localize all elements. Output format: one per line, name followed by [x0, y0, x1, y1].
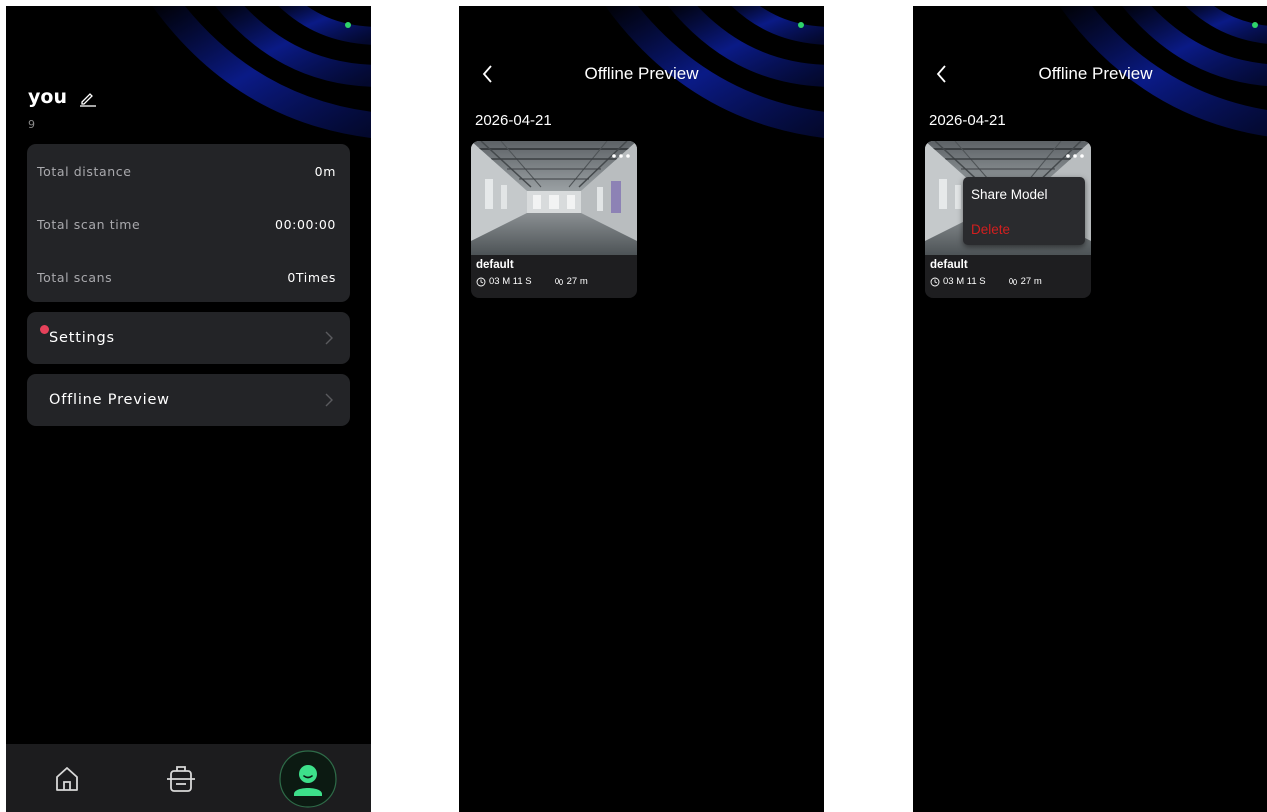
user-id: 9 [28, 118, 35, 131]
stat-row-total-scan-time: Total scan time 00:00:00 [37, 214, 336, 234]
edit-icon[interactable] [79, 89, 97, 107]
model-name: default [930, 259, 968, 271]
date-group-label: 2026-04-21 [475, 112, 552, 129]
delete-option[interactable]: Delete [971, 222, 1010, 237]
notification-badge [40, 325, 49, 334]
status-indicator-dot [798, 22, 804, 28]
offline-preview-label: Offline Preview [49, 392, 170, 408]
status-indicator-dot [345, 22, 351, 28]
profile-screen: you 9 Total distance 0m Total scan time … [6, 6, 371, 812]
footprints-icon [1008, 277, 1017, 285]
offline-preview-menu-screen: Offline Preview 2026-04-21 default 03 M … [913, 6, 1267, 812]
stat-label: Total scans [37, 269, 113, 285]
stats-card: Total distance 0m Total scan time 00:00:… [27, 144, 350, 302]
tab-home[interactable] [40, 754, 94, 804]
profile-icon [279, 750, 337, 808]
stat-label: Total distance [37, 163, 132, 179]
settings-label: Settings [49, 330, 115, 346]
settings-menu-item[interactable]: Settings [27, 312, 350, 364]
offline-preview-menu-item[interactable]: Offline Preview [27, 374, 350, 426]
chevron-right-icon [325, 331, 333, 345]
bottom-tab-bar [6, 744, 371, 812]
offline-preview-screen: Offline Preview 2026-04-21 default 03 M … [459, 6, 824, 812]
model-name: default [476, 259, 514, 271]
scanner-icon [167, 766, 195, 792]
status-indicator-dot [1252, 22, 1258, 28]
stat-row-total-distance: Total distance 0m [37, 161, 336, 181]
tab-profile[interactable] [276, 748, 340, 810]
page-title: Offline Preview [584, 64, 699, 83]
model-distance: 27 m [1020, 276, 1042, 287]
user-name: you [28, 86, 67, 108]
model-duration: 03 M 11 S [943, 276, 986, 287]
model-distance: 27 m [566, 276, 588, 287]
more-options-icon[interactable] [611, 152, 631, 160]
stat-row-total-scans: Total scans 0Times [37, 267, 336, 287]
model-options-popup: Share Model Delete [963, 177, 1085, 245]
tab-scanner[interactable] [154, 754, 208, 804]
stat-value: 0Times [287, 269, 336, 285]
model-duration: 03 M 11 S [489, 276, 532, 287]
date-group-label: 2026-04-21 [929, 112, 1006, 129]
model-meta: 03 M 11 S 27 m [930, 276, 1042, 287]
share-model-option[interactable]: Share Model [971, 187, 1048, 202]
stat-value: 0m [314, 163, 336, 179]
home-icon [56, 767, 78, 791]
stat-label: Total scan time [37, 216, 141, 232]
chevron-right-icon [325, 393, 333, 407]
clock-icon [476, 277, 486, 286]
model-card[interactable]: default 03 M 11 S 27 m [471, 141, 637, 298]
more-options-icon[interactable] [1065, 152, 1085, 160]
model-meta: 03 M 11 S 27 m [476, 276, 588, 287]
clock-icon [930, 277, 940, 286]
page-title: Offline Preview [1038, 64, 1153, 83]
footprints-icon [554, 277, 563, 285]
stat-value: 00:00:00 [275, 216, 336, 232]
